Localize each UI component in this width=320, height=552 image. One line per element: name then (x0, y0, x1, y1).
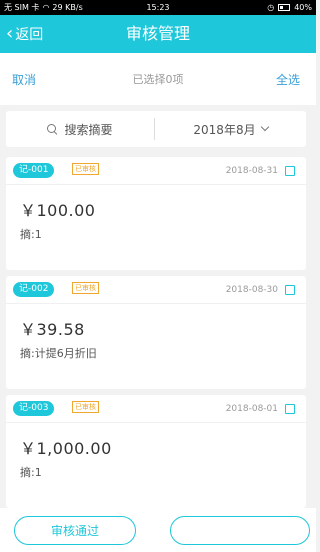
voucher-date: 2018-08-01 (225, 404, 278, 414)
voucher-amount: ￥1,000.00 (20, 439, 112, 458)
battery-percent: 40% (294, 3, 312, 12)
voucher-memo: 摘:1 (20, 466, 42, 479)
second-action-button[interactable] (170, 516, 310, 545)
search-icon (47, 123, 58, 135)
chevron-down-icon (260, 122, 269, 132)
voucher-memo: 摘:计提6月折旧 (20, 347, 97, 360)
voucher-card[interactable]: 记-003 已审核 2018-08-01 ￥1,000.00 摘:1 (6, 395, 306, 508)
select-checkbox[interactable] (285, 166, 295, 176)
voucher-card[interactable]: 记-002 已审核 2018-08-30 ￥39.58 摘:计提6月折旧 (6, 276, 306, 389)
divider (6, 184, 306, 185)
status-badge: 已审核 (72, 401, 99, 413)
voucher-date: 2018-08-30 (225, 285, 278, 295)
voucher-date: 2018-08-31 (225, 166, 278, 176)
select-checkbox[interactable] (285, 285, 295, 295)
carrier-text: 无 SIM 卡 (4, 3, 40, 12)
voucher-memo: 摘:1 (20, 228, 42, 241)
voucher-number: 记-002 (13, 282, 55, 297)
battery-icon (278, 4, 291, 11)
voucher-amount: ￥39.58 (20, 320, 85, 339)
status-bar: 无 SIM 卡 ◠ 29 KB/s 15:23 ◷ 40% (0, 0, 316, 15)
voucher-amount: ￥100.00 (20, 201, 96, 220)
select-all-button[interactable]: 全选 (276, 71, 300, 88)
network-speed: 29 KB/s (52, 3, 83, 12)
page-title: 审核管理 (125, 24, 190, 43)
voucher-card[interactable]: 记-001 已审核 2018-08-31 ￥100.00 摘:1 (6, 157, 306, 270)
selected-count: 已选择0项 (132, 73, 184, 86)
search-bar: 搜索摘要 2018年8月 (6, 111, 306, 147)
select-checkbox[interactable] (285, 404, 295, 414)
status-badge: 已审核 (72, 163, 99, 175)
voucher-number: 记-003 (13, 401, 55, 416)
search-placeholder: 搜索摘要 (64, 122, 113, 137)
divider (6, 303, 306, 304)
selection-bar: 取消 已选择0项 全选 (0, 53, 316, 105)
status-badge: 已审核 (72, 282, 99, 294)
bottom-action-bar: 审核通过 (0, 508, 316, 552)
date-value: 2018年8月 (193, 122, 256, 137)
wifi-icon: ◠ (42, 3, 50, 12)
voucher-number: 记-001 (13, 163, 55, 178)
approve-button[interactable]: 审核通过 (14, 516, 136, 545)
cancel-button[interactable]: 取消 (12, 71, 36, 88)
nav-bar: ‹ 返回 审核管理 (0, 15, 316, 53)
date-selector[interactable]: 2018年8月 (155, 111, 306, 147)
search-input[interactable]: 搜索摘要 (6, 111, 154, 147)
divider (6, 422, 306, 423)
alarm-icon: ◷ (267, 3, 275, 12)
